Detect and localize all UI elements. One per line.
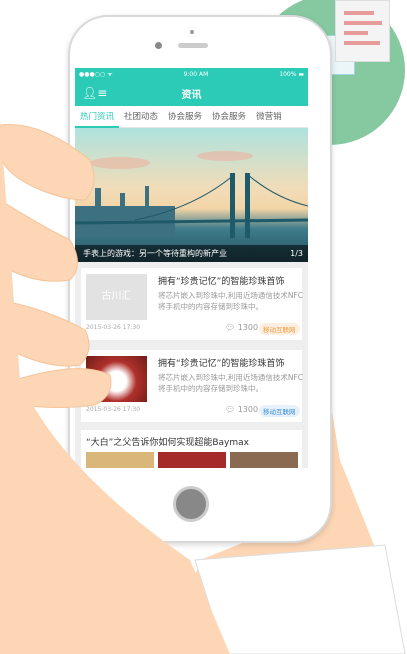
hand-fingers <box>0 120 230 654</box>
